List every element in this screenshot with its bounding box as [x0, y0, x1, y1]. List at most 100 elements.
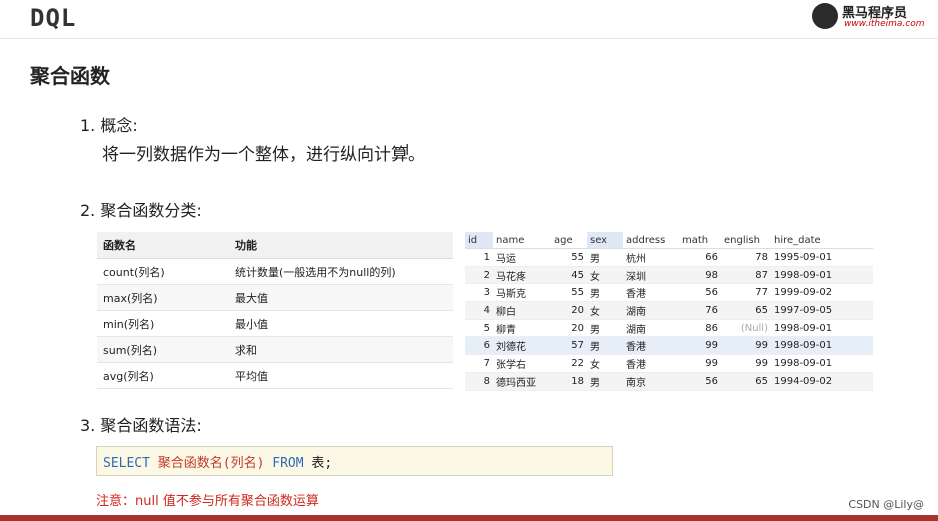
cell-name[interactable]: 马斯克: [493, 283, 551, 303]
cell-english[interactable]: 99: [721, 354, 771, 373]
cell-math[interactable]: 99: [679, 354, 721, 373]
cell-hire-date[interactable]: 1994-09-02: [771, 372, 873, 391]
cell-name[interactable]: 柳白: [493, 301, 551, 320]
cell-hire-date[interactable]: 1998-09-01: [771, 266, 873, 285]
cell-english[interactable]: 99: [721, 336, 771, 356]
function-name-cell: count(列名): [97, 258, 229, 285]
cell-id[interactable]: 5: [465, 319, 493, 338]
cell-name[interactable]: 张学右: [493, 354, 551, 373]
syntax-code-block: SELECT 聚合函数名(列名) FROM 表;: [96, 446, 613, 476]
cell-name[interactable]: 柳青: [493, 319, 551, 338]
cell-english[interactable]: (Null): [721, 319, 771, 338]
column-header-math[interactable]: math: [679, 232, 721, 249]
syntax-label: 3. 聚合函数语法:: [80, 416, 202, 435]
cell-id[interactable]: 2: [465, 266, 493, 285]
table-row: count(列名) 统计数量(一般选用不为null的列): [97, 258, 453, 285]
concept-label: 1. 概念:: [80, 116, 138, 135]
cell-hire-date[interactable]: 1997-09-05: [771, 301, 873, 320]
sql-table: 表;: [311, 456, 333, 471]
cell-english[interactable]: 65: [721, 301, 771, 320]
cell-name[interactable]: 德玛西亚: [493, 372, 551, 391]
cell-sex[interactable]: 男: [587, 283, 623, 303]
cell-id[interactable]: 4: [465, 301, 493, 320]
cell-sex[interactable]: 男: [587, 336, 623, 356]
cell-address[interactable]: 湖南: [623, 319, 679, 338]
cell-sex[interactable]: 女: [587, 354, 623, 373]
cell-sex[interactable]: 女: [587, 266, 623, 285]
cell-math[interactable]: 99: [679, 336, 721, 356]
cell-age[interactable]: 55: [551, 283, 587, 303]
cell-address[interactable]: 南京: [623, 372, 679, 391]
table-row[interactable]: 3 马斯克 55 男 香港 56 77 1999-09-02: [465, 283, 873, 303]
cell-id[interactable]: 7: [465, 354, 493, 373]
cell-id[interactable]: 3: [465, 283, 493, 303]
cell-hire-date[interactable]: 1998-09-01: [771, 354, 873, 373]
cell-sex[interactable]: 男: [587, 248, 623, 267]
cell-english[interactable]: 65: [721, 372, 771, 391]
cell-address[interactable]: 香港: [623, 354, 679, 373]
cell-math[interactable]: 56: [679, 283, 721, 303]
data-header-row: id name age sex address math english hir…: [465, 232, 873, 249]
cell-sex[interactable]: 男: [587, 319, 623, 338]
cell-hire-date[interactable]: 1999-09-02: [771, 283, 873, 303]
cell-name[interactable]: 马花疼: [493, 266, 551, 285]
cell-math[interactable]: 56: [679, 372, 721, 391]
cell-address[interactable]: 湖南: [623, 301, 679, 320]
watermark: CSDN @Lily@: [848, 498, 924, 511]
column-header-id[interactable]: id: [465, 232, 493, 249]
table-row[interactable]: 8 德玛西亚 18 男 南京 56 65 1994-09-02: [465, 372, 873, 391]
cell-hire-date[interactable]: 1995-09-01: [771, 248, 873, 267]
cell-age[interactable]: 55: [551, 248, 587, 267]
function-desc-cell: 最小值: [229, 310, 453, 337]
column-header-name[interactable]: name: [493, 232, 551, 249]
code-line: SELECT 聚合函数名(列名) FROM 表;: [103, 452, 332, 471]
cell-age[interactable]: 20: [551, 319, 587, 338]
cell-sex[interactable]: 女: [587, 301, 623, 320]
category-label: 2. 聚合函数分类:: [80, 201, 202, 220]
sql-keyword-from: FROM: [272, 456, 304, 471]
concept-text: 将一列数据作为一个整体，进行纵向计算。: [102, 145, 425, 165]
cell-age[interactable]: 20: [551, 301, 587, 320]
cell-math[interactable]: 86: [679, 319, 721, 338]
cell-address[interactable]: 深圳: [623, 266, 679, 285]
cell-age[interactable]: 18: [551, 372, 587, 391]
table-row[interactable]: 2 马花疼 45 女 深圳 98 87 1998-09-01: [465, 266, 873, 285]
cell-name[interactable]: 刘德花: [493, 336, 551, 356]
table-row: avg(列名) 平均值: [97, 362, 453, 389]
column-header-address[interactable]: address: [623, 232, 679, 249]
cell-address[interactable]: 香港: [623, 336, 679, 356]
table-row[interactable]: 7 张学右 22 女 香港 99 99 1998-09-01: [465, 354, 873, 373]
column-header-sex[interactable]: sex: [587, 232, 623, 249]
cell-id[interactable]: 1: [465, 248, 493, 267]
table-row[interactable]: 5 柳青 20 男 湖南 86 (Null) 1998-09-01: [465, 319, 873, 338]
cell-math[interactable]: 76: [679, 301, 721, 320]
cell-english[interactable]: 77: [721, 283, 771, 303]
table-row-selected[interactable]: 6 刘德花 57 男 香港 99 99 1998-09-01: [465, 336, 873, 356]
brand-logo: 黑马程序员 www.itheima.com: [812, 2, 925, 32]
table-header-row: 函数名 功能: [97, 232, 453, 259]
column-header: 函数名: [97, 232, 229, 259]
table-row[interactable]: 4 柳白 20 女 湖南 76 65 1997-09-05: [465, 301, 873, 320]
cell-sex[interactable]: 男: [587, 372, 623, 391]
bottom-accent-bar: [0, 515, 938, 521]
cell-english[interactable]: 87: [721, 266, 771, 285]
cell-age[interactable]: 22: [551, 354, 587, 373]
column-header-hire-date[interactable]: hire_date: [771, 232, 873, 249]
cell-age[interactable]: 57: [551, 336, 587, 356]
table-row[interactable]: 1 马运 55 男 杭州 66 78 1995-09-01: [465, 248, 873, 267]
cell-age[interactable]: 45: [551, 266, 587, 285]
cell-math[interactable]: 98: [679, 266, 721, 285]
cell-name[interactable]: 马运: [493, 248, 551, 267]
cell-id[interactable]: 8: [465, 372, 493, 391]
cell-id[interactable]: 6: [465, 336, 493, 356]
column-header-english[interactable]: english: [721, 232, 771, 249]
cell-address[interactable]: 杭州: [623, 248, 679, 267]
cell-math[interactable]: 66: [679, 248, 721, 267]
cell-address[interactable]: 香港: [623, 283, 679, 303]
aggregate-function-table: 函数名 功能 count(列名) 统计数量(一般选用不为null的列) max(…: [97, 232, 453, 389]
sql-aggregate-function: 聚合函数名(列名): [157, 456, 265, 471]
cell-english[interactable]: 78: [721, 248, 771, 267]
cell-hire-date[interactable]: 1998-09-01: [771, 319, 873, 338]
cell-hire-date[interactable]: 1998-09-01: [771, 336, 873, 356]
column-header-age[interactable]: age: [551, 232, 587, 249]
